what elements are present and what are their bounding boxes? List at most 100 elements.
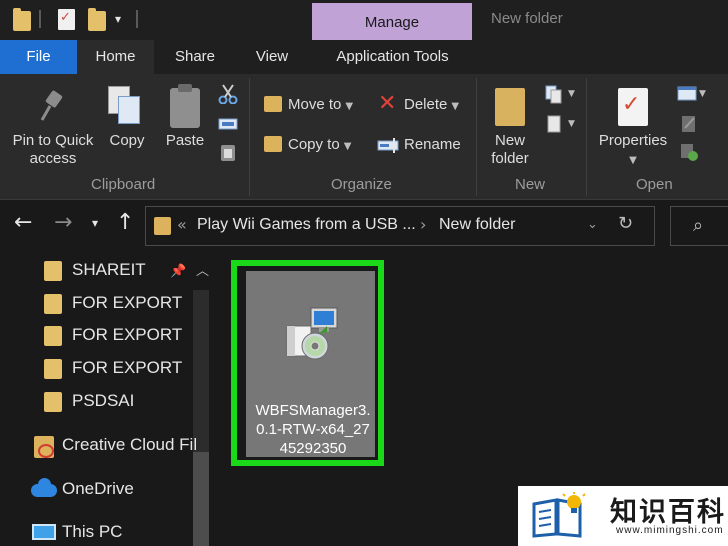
- tab-application-tools[interactable]: Application Tools: [315, 40, 470, 74]
- watermark-url: www.mimingshi.com: [616, 525, 724, 536]
- copy-button[interactable]: Copy: [104, 132, 150, 150]
- copy-to-label: Copy to: [288, 136, 340, 153]
- recent-locations-chevron-icon[interactable]: ▾: [92, 216, 98, 230]
- forward-arrow-icon[interactable]: →: [54, 210, 72, 235]
- delete-button[interactable]: Delete ▼: [404, 96, 459, 113]
- file-item-highlight[interactable]: WBFSManager3.0.1-RTW-x64_2745292350: [231, 260, 384, 466]
- new-folder-label-line1: New: [494, 132, 525, 149]
- watermark-badge: 知识百科 www.mimingshi.com: [518, 486, 728, 546]
- open-icon[interactable]: ▼: [677, 84, 707, 104]
- properties-quick-icon[interactable]: [58, 9, 75, 30]
- move-to-button[interactable]: Move to ▼: [288, 96, 353, 113]
- svg-text:▼: ▼: [568, 119, 575, 129]
- window-title: New folder: [491, 10, 563, 27]
- divider: [586, 78, 587, 196]
- new-folder-label-line2: folder: [491, 150, 529, 167]
- watermark-text: 知识百科: [610, 497, 726, 528]
- tab-view[interactable]: View: [237, 40, 307, 74]
- file-item[interactable]: WBFSManager3.0.1-RTW-x64_2745292350: [246, 271, 375, 457]
- breadcrumb-parent[interactable]: Play Wii Games from a USB ...: [197, 216, 416, 234]
- nav-scrollbar-thumb[interactable]: [193, 452, 209, 546]
- new-item-icon[interactable]: ▼: [544, 84, 576, 104]
- rename-icon: [377, 138, 399, 153]
- divider: [39, 10, 41, 28]
- scroll-up-icon[interactable]: ︿: [196, 260, 209, 279]
- file-name: WBFSManager3.0.1-RTW-x64_2745292350: [255, 402, 371, 457]
- svg-text:▼: ▼: [568, 89, 575, 99]
- copy-path-icon[interactable]: [218, 114, 238, 134]
- quick-access-dropdown-icon[interactable]: ▾: [115, 12, 121, 26]
- copy-to-icon: [264, 136, 282, 152]
- delete-label: Delete: [404, 96, 448, 113]
- nav-item-this-pc[interactable]: This PC: [62, 522, 122, 542]
- nav-item-label: SHAREIT: [72, 260, 146, 279]
- new-folder-icon: [495, 88, 525, 126]
- folder-icon: [13, 8, 31, 31]
- tab-home[interactable]: Home: [77, 40, 154, 74]
- pin-icon: [40, 90, 63, 121]
- onedrive-cloud-icon: [31, 478, 57, 497]
- title-bar: ▾ Manage New folder: [0, 0, 728, 40]
- address-bar[interactable]: « Play Wii Games from a USB ... › New fo…: [145, 206, 655, 246]
- copy-to-button[interactable]: Copy to ▼: [288, 136, 351, 153]
- search-input[interactable]: ⌕: [670, 206, 728, 246]
- back-arrow-icon[interactable]: ←: [14, 210, 32, 235]
- chevron-right-icon: ›: [420, 215, 427, 234]
- chevron-down-icon: ▼: [345, 101, 354, 112]
- folder-icon: [44, 392, 62, 412]
- chevron-down-icon: ▼: [629, 155, 637, 166]
- organize-group-label: Organize: [331, 176, 392, 193]
- new-folder-quick-icon[interactable]: [88, 8, 106, 31]
- nav-item-onedrive[interactable]: OneDrive: [62, 479, 134, 499]
- address-dropdown-icon[interactable]: ⌄: [587, 217, 598, 232]
- open-group-label: Open: [636, 176, 673, 193]
- nav-item-creative-cloud[interactable]: Creative Cloud Fil: [62, 435, 197, 455]
- new-group-label: New: [515, 176, 546, 193]
- move-to-label: Move to: [288, 96, 342, 113]
- breadcrumb-current[interactable]: New folder: [439, 216, 515, 234]
- properties-icon: [618, 88, 648, 126]
- folder-icon: [44, 261, 62, 281]
- manage-contextual-tab[interactable]: Manage: [312, 3, 472, 40]
- up-arrow-icon[interactable]: ↑: [116, 210, 134, 235]
- book-lightbulb-icon: [532, 492, 586, 538]
- folder-icon: [44, 294, 62, 314]
- search-icon: ⌕: [693, 215, 704, 236]
- paste-button[interactable]: Paste: [162, 132, 208, 150]
- properties-button[interactable]: Properties ▼: [594, 132, 672, 170]
- installer-icon: [286, 307, 338, 360]
- clipboard-group-label: Clipboard: [91, 176, 156, 193]
- tab-share[interactable]: Share: [160, 40, 230, 74]
- nav-item-label: FOR EXPORT: [72, 325, 183, 344]
- pinned-icon: 📌: [170, 264, 187, 279]
- pin-label-line1: Pin to Quick: [12, 132, 94, 149]
- easy-access-icon[interactable]: ▼: [544, 114, 576, 134]
- cut-icon[interactable]: [218, 84, 238, 104]
- history-icon[interactable]: [679, 142, 699, 162]
- copy-icon: [108, 86, 142, 126]
- paste-shortcut-icon[interactable]: [218, 142, 238, 162]
- breadcrumb-overflow-icon[interactable]: «: [177, 215, 187, 234]
- pin-to-quick-access-button[interactable]: Pin to Quick access: [6, 132, 100, 168]
- svg-text:▼: ▼: [699, 89, 706, 99]
- move-to-icon: [264, 96, 282, 112]
- ribbon: Pin to Quick access Copy Paste Clipboard…: [0, 74, 728, 200]
- folder-icon: [44, 359, 62, 379]
- creative-cloud-icon: [34, 436, 54, 458]
- divider: [249, 78, 250, 196]
- refresh-icon[interactable]: ↻: [618, 213, 633, 234]
- rename-button[interactable]: Rename: [404, 136, 461, 153]
- chevron-down-icon: ▼: [343, 141, 352, 152]
- nav-item-label: PSDSAI: [72, 391, 135, 410]
- this-pc-icon: [32, 524, 56, 540]
- divider: [136, 10, 138, 28]
- nav-item-label: FOR EXPORT: [72, 293, 183, 312]
- edit-icon[interactable]: [679, 114, 699, 134]
- paste-icon: [170, 84, 200, 128]
- nav-item-label: FOR EXPORT: [72, 358, 183, 377]
- folder-icon: [44, 326, 62, 346]
- divider: [476, 78, 477, 196]
- chevron-down-icon: ▼: [451, 101, 460, 112]
- tab-file[interactable]: File: [0, 40, 77, 74]
- new-folder-button[interactable]: New folder: [484, 132, 536, 168]
